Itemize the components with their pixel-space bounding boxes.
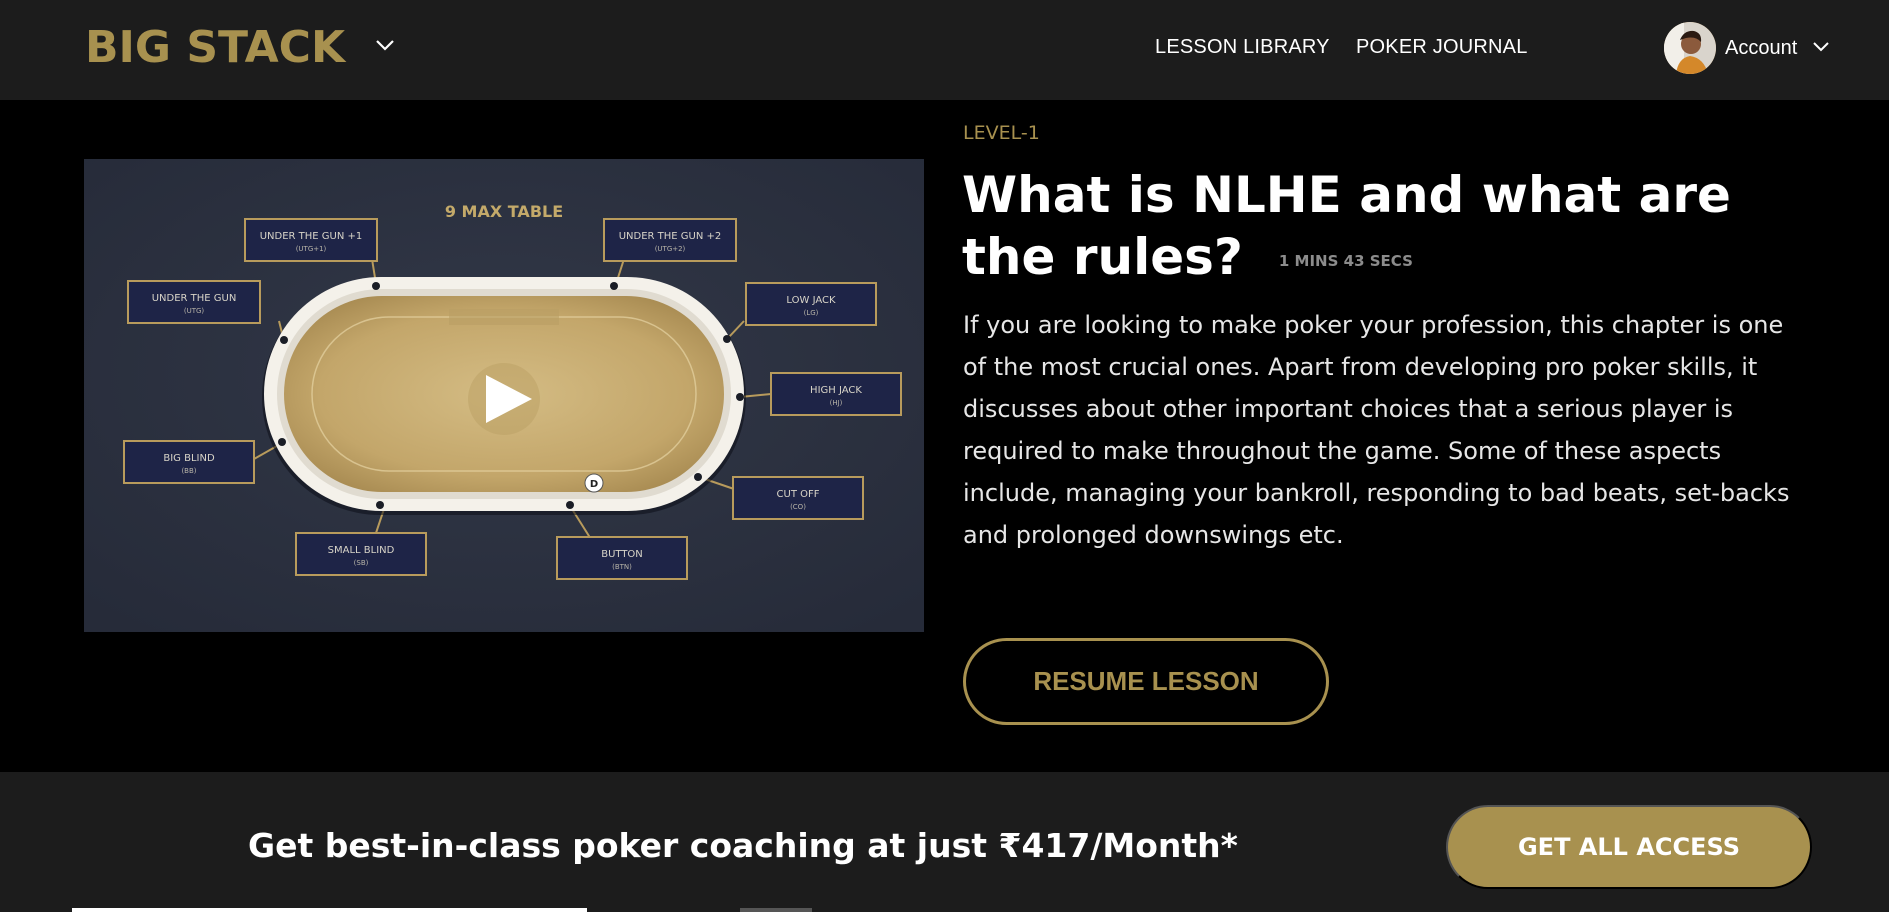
seat-button-abbr: (BTN) [612, 563, 632, 571]
account-label[interactable]: Account [1725, 37, 1797, 60]
seat-cut-off-abbr: (CO) [790, 503, 806, 511]
seat-utg1-name: UNDER THE GUN +1 [260, 231, 363, 242]
seat-low-jack: LOW JACK (LG) [745, 282, 877, 326]
lesson-video-thumbnail[interactable]: 9 MAX TABLE D UNDER THE GUN +1 (UTG+1) U… [84, 159, 924, 632]
nav-poker-journal[interactable]: POKER JOURNAL [1356, 36, 1528, 59]
seat-small-blind: SMALL BLIND (SB) [295, 532, 427, 576]
scroll-indicator-secondary [740, 908, 812, 912]
seat-utg1-abbr: (UTG+1) [296, 245, 327, 253]
avatar[interactable] [1664, 22, 1716, 74]
nav-lesson-library[interactable]: LESSON LIBRARY [1155, 36, 1330, 59]
lesson-title-block: What is NLHE and what are the rules? 1 MI… [962, 164, 1822, 292]
seat-cut-off: CUT OFF (CO) [732, 476, 864, 520]
seat-utg: UNDER THE GUN (UTG) [127, 280, 261, 324]
resume-lesson-button[interactable]: RESUME LESSON [963, 638, 1329, 725]
seat-low-jack-name: LOW JACK [786, 295, 836, 306]
scroll-indicator [72, 908, 587, 912]
seat-big-blind-abbr: (BB) [181, 467, 196, 475]
seat-button-name: BUTTON [601, 549, 643, 560]
seat-small-blind-name: SMALL BLIND [328, 545, 395, 556]
get-all-access-button[interactable]: GET ALL ACCESS [1446, 805, 1812, 889]
dealer-button-label: D [590, 479, 598, 490]
seat-small-blind-abbr: (SB) [354, 559, 369, 567]
avatar-image [1664, 22, 1716, 74]
promo-text: Get best-in-class poker coaching at just… [248, 826, 1238, 865]
seat-cut-off-name: CUT OFF [777, 489, 820, 500]
play-icon[interactable] [468, 363, 540, 435]
seat-utg-abbr: (UTG) [184, 307, 205, 315]
seat-button: BUTTON (BTN) [556, 536, 688, 580]
seat-low-jack-abbr: (LG) [804, 309, 819, 317]
seat-big-blind: BIG BLIND (BB) [123, 440, 255, 484]
lesson-duration: 1 MINS 43 SECS [1278, 251, 1413, 270]
promo-banner: Get best-in-class poker coaching at just… [0, 772, 1889, 912]
account-chevron-down-icon[interactable] [1812, 41, 1830, 53]
seat-high-jack-name: HIGH JACK [810, 385, 862, 396]
seat-utg-name: UNDER THE GUN [152, 293, 237, 304]
big-stack-logo[interactable]: BIG STACK [85, 20, 345, 76]
seat-utg2-name: UNDER THE GUN +2 [619, 231, 722, 242]
lesson-description: If you are looking to make poker your pr… [963, 311, 1790, 549]
seat-utg1: UNDER THE GUN +1 (UTG+1) [244, 218, 378, 262]
seat-high-jack: HIGH JACK (HJ) [770, 372, 902, 416]
seat-big-blind-name: BIG BLIND [163, 453, 215, 464]
table-title: 9 MAX TABLE [445, 202, 563, 221]
poker-table-diagram: 9 MAX TABLE D UNDER THE GUN +1 (UTG+1) U… [84, 159, 924, 632]
chevron-down-icon[interactable] [374, 38, 396, 52]
seat-utg2-abbr: (UTG+2) [655, 245, 686, 253]
seat-high-jack-abbr: (HJ) [830, 399, 843, 407]
top-nav-bar: BIG STACK LESSON LIBRARY POKER JOURNAL A… [0, 0, 1889, 100]
lesson-level: LEVEL-1 [963, 122, 1040, 144]
seat-utg2: UNDER THE GUN +2 (UTG+2) [603, 218, 737, 262]
